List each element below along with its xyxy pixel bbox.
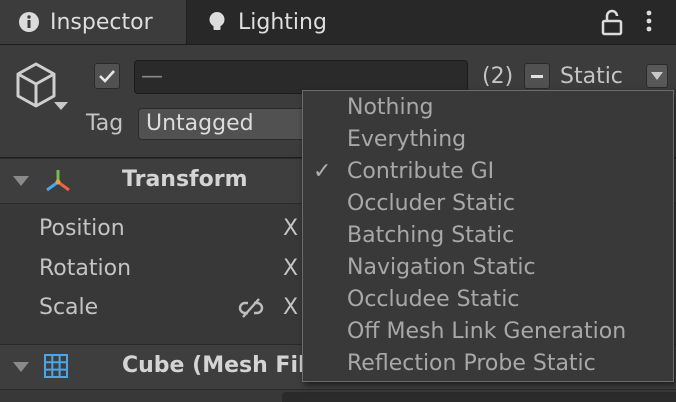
mixed-value-dash-icon (531, 75, 543, 78)
tag-label: Tag (86, 111, 124, 136)
lightbulb-icon (209, 12, 225, 30)
transform-icon (46, 170, 70, 192)
menu-item-occludee-static[interactable]: Occludee Static (347, 284, 520, 316)
foldout-arrow-icon[interactable] (13, 362, 29, 372)
gameobject-cube-icon[interactable] (12, 60, 60, 110)
position-label: Position (39, 216, 125, 241)
selection-count: (2) (482, 64, 514, 89)
object-name-field[interactable]: — (134, 60, 468, 94)
menu-item-reflection-probe-static[interactable]: Reflection Probe Static (347, 348, 596, 380)
static-flags-menu: Nothing Everything ✓ Contribute GI Occlu… (302, 90, 674, 382)
scale-label: Scale (39, 295, 99, 320)
tab-inspector[interactable]: Inspector (0, 0, 187, 44)
active-checkbox[interactable] (94, 63, 120, 89)
menu-item-contribute-gi[interactable]: Contribute GI (347, 156, 494, 188)
info-icon (19, 12, 39, 32)
menu-item-navigation-static[interactable]: Navigation Static (347, 252, 536, 284)
menu-item-everything[interactable]: Everything (347, 124, 466, 156)
static-toggle[interactable] (524, 63, 550, 89)
mesh-field[interactable] (282, 392, 676, 402)
scale-x-label[interactable]: X (283, 288, 298, 328)
icon-dropdown-caret-icon[interactable] (54, 102, 68, 110)
mesh-filter-title: Cube (Mesh Filt (122, 353, 317, 378)
static-dropdown-button[interactable] (646, 64, 668, 88)
dropdown-arrow-icon (651, 72, 663, 80)
rotation-label: Rotation (39, 256, 132, 281)
checkmark-icon (99, 70, 115, 83)
menu-item-batching-static[interactable]: Batching Static (347, 220, 514, 252)
static-label: Static (560, 64, 623, 89)
rotation-x-label[interactable]: X (283, 249, 298, 289)
lock-icon[interactable] (600, 8, 624, 36)
tab-lighting-label: Lighting (238, 9, 327, 35)
checkmark-icon: ✓ (313, 159, 332, 184)
menu-item-off-mesh-link-generation[interactable]: Off Mesh Link Generation (347, 316, 626, 348)
mesh-filter-grid-icon (44, 354, 68, 378)
menu-item-occluder-static[interactable]: Occluder Static (347, 188, 515, 220)
position-x-label[interactable]: X (283, 209, 298, 249)
tab-lighting[interactable]: Lighting (188, 0, 358, 44)
menu-item-nothing[interactable]: Nothing (347, 92, 434, 124)
unlink-scale-icon[interactable] (238, 296, 264, 320)
more-options-icon[interactable] (640, 8, 658, 36)
transform-title: Transform (122, 167, 248, 192)
foldout-arrow-icon[interactable] (13, 176, 29, 186)
tab-inspector-label: Inspector (50, 9, 153, 35)
